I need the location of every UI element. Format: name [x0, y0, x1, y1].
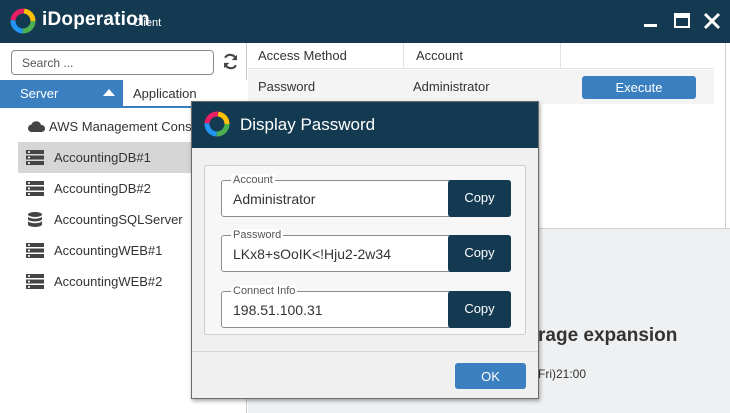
database-icon [28, 212, 42, 227]
app-subtitle: Client [133, 17, 162, 29]
refresh-icon[interactable] [221, 52, 240, 71]
tab-server-label: Server [20, 86, 59, 101]
copy-account-button[interactable]: Copy [448, 180, 511, 217]
cloud-icon [28, 121, 46, 132]
dialog-header: Display Password [192, 102, 538, 148]
dialog-divider [192, 351, 538, 352]
column-divider [403, 43, 404, 69]
dialog-title: Display Password [240, 115, 376, 134]
sidebar-item-label: AccountingDB#1 [54, 150, 151, 165]
detail-date: Fri)21:00 [538, 367, 587, 381]
app-logo-icon [10, 8, 36, 34]
copy-password-button[interactable]: Copy [448, 235, 511, 272]
cell-account: Administrator [413, 79, 490, 94]
connect-info-field[interactable]: Connect Info 198.51.100.31 Copy [221, 285, 511, 328]
sidebar-item-label: AccountingWEB#1 [54, 243, 163, 258]
minimize-icon[interactable] [640, 10, 662, 32]
detail-title: rage expansion [538, 325, 678, 346]
app-logo-icon [204, 111, 230, 137]
grid-header: Access Method Account [248, 43, 714, 69]
table-row[interactable]: Password Administrator Execute [248, 70, 714, 104]
server-icon [26, 274, 44, 289]
column-divider [560, 43, 561, 69]
sidebar-item-label: AWS Management Console [49, 119, 209, 134]
close-icon[interactable] [701, 10, 723, 32]
display-password-dialog: Display Password Account Administrator C… [191, 101, 539, 399]
tab-server[interactable]: Server [0, 80, 123, 106]
sidebar-item-label: AccountingDB#2 [54, 181, 151, 196]
column-header-access-method: Access Method [258, 48, 347, 63]
server-icon [26, 181, 44, 196]
field-value[interactable]: Administrator [233, 191, 315, 207]
copy-connect-info-button[interactable]: Copy [448, 291, 511, 328]
search-input[interactable]: Search ... [11, 50, 214, 75]
ok-button[interactable]: OK [455, 363, 526, 389]
tab-application-label: Application [133, 86, 197, 101]
column-header-account: Account [416, 48, 463, 63]
sidebar-item-label: AccountingSQLServer [54, 212, 183, 227]
execute-button[interactable]: Execute [582, 76, 696, 99]
field-label: Connect Info [231, 285, 298, 297]
field-value[interactable]: 198.51.100.31 [233, 302, 323, 318]
server-icon [26, 150, 44, 165]
caret-up-icon [103, 89, 115, 96]
cell-access-method: Password [258, 79, 316, 94]
credentials-panel: Account Administrator Copy Password LKx8… [204, 165, 526, 335]
server-icon [26, 243, 44, 258]
field-value[interactable]: LKx8+sOoIK<!Hju2-2w34 [233, 246, 391, 262]
title-bar: iDoperation Client [0, 0, 730, 43]
maximize-icon[interactable] [671, 10, 693, 32]
password-field[interactable]: Password LKx8+sOoIK<!Hju2-2w34 Copy [221, 229, 511, 272]
field-label: Password [231, 229, 284, 241]
field-label: Account [231, 174, 275, 186]
sidebar-item-label: AccountingWEB#2 [54, 274, 163, 289]
account-field[interactable]: Account Administrator Copy [221, 174, 511, 217]
